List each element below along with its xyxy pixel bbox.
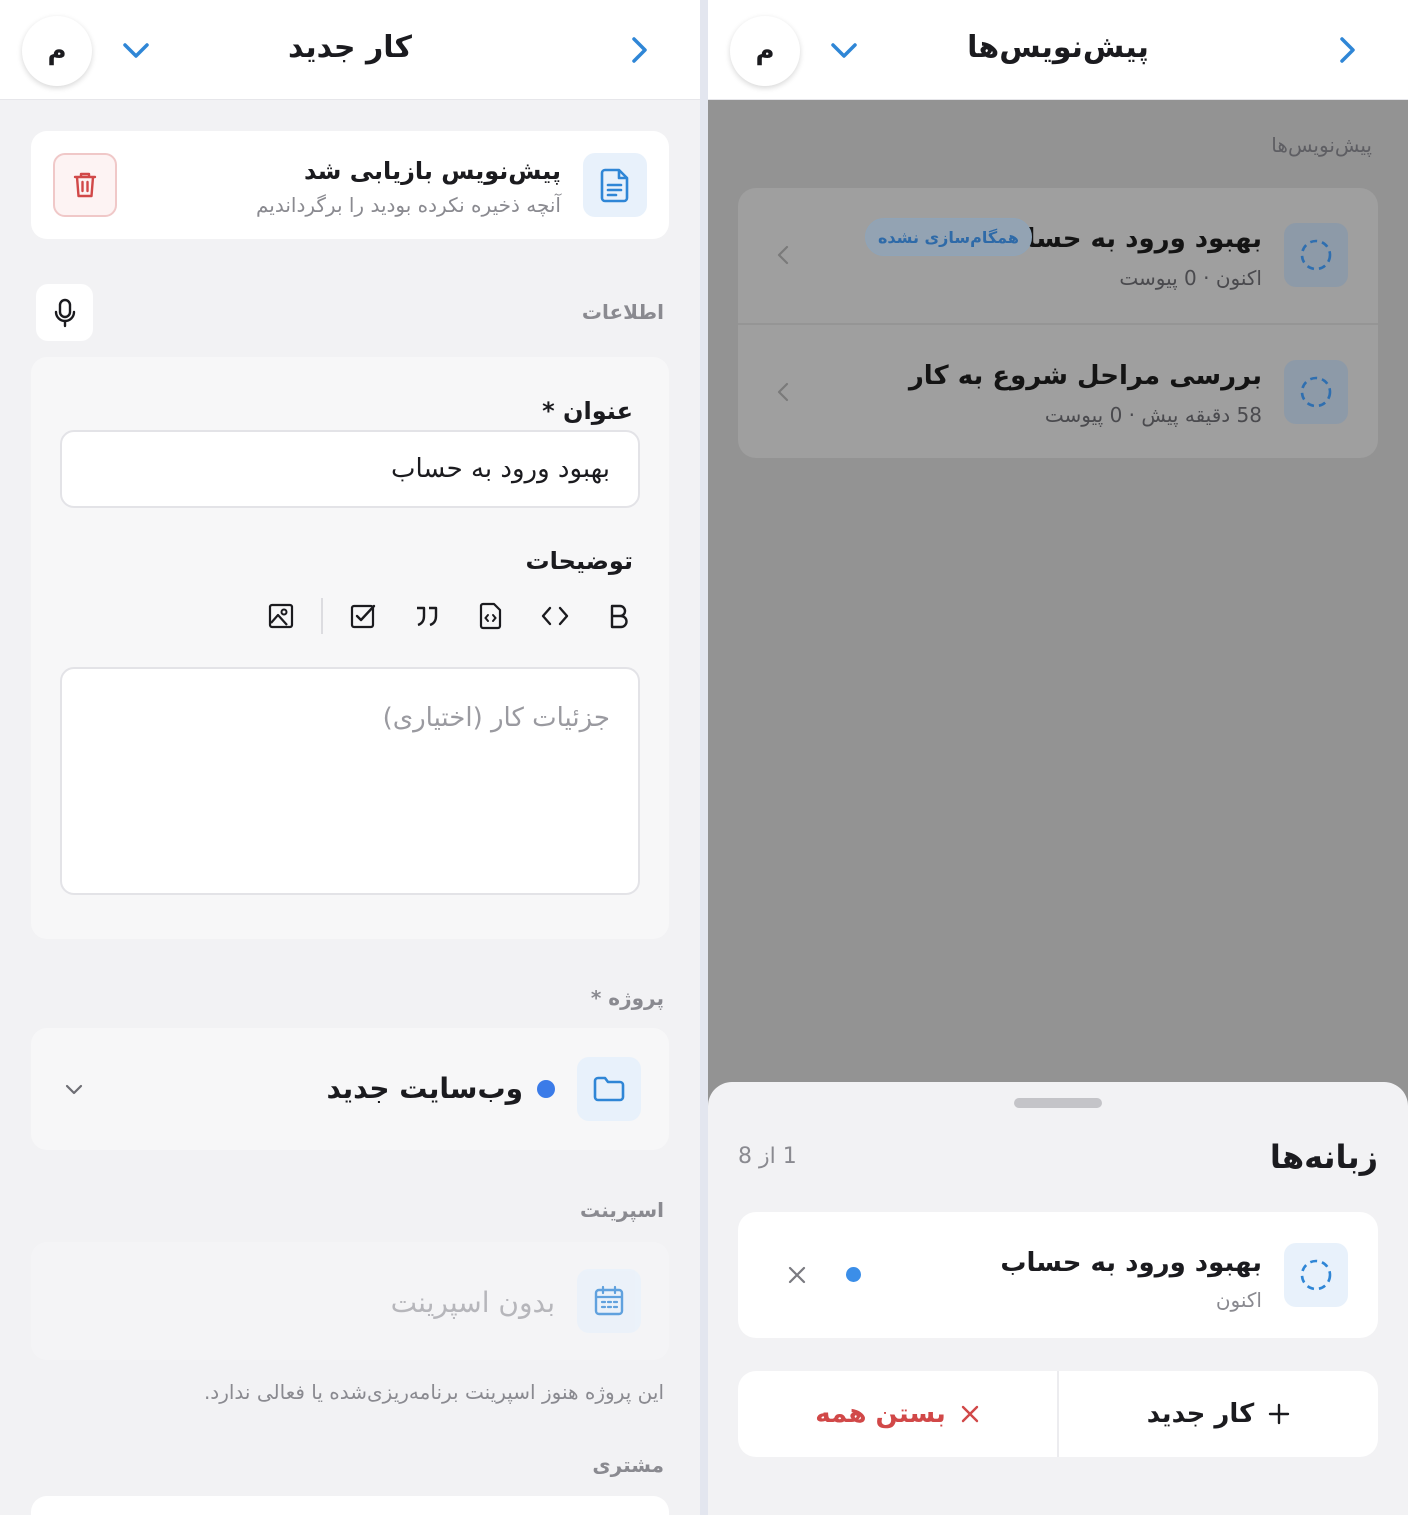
new-task-button[interactable]: کار جدید	[1059, 1371, 1378, 1457]
voice-input-button[interactable]	[36, 284, 93, 341]
sheet-title: زبانه‌ها	[1269, 1138, 1378, 1176]
action-divider	[1057, 1371, 1059, 1457]
project-color-dot	[537, 1080, 555, 1098]
code-block-button[interactable]	[459, 592, 523, 640]
customer-section-label: مشتری	[592, 1453, 664, 1477]
tab-subtitle: اکنون	[1215, 1288, 1262, 1312]
new-task-label: کار جدید	[1146, 1399, 1255, 1429]
description-field-label: توضیحات	[525, 547, 633, 575]
project-section-label: پروژه *	[590, 986, 664, 1010]
microphone-icon	[54, 298, 75, 327]
code-icon	[541, 606, 569, 626]
sheet-handle[interactable]	[1014, 1098, 1102, 1108]
unsynced-badge: همگام‌سازی نشده	[864, 218, 1032, 256]
quote-button[interactable]	[395, 592, 459, 640]
chevron-left-icon	[772, 242, 794, 268]
customer-selector[interactable]	[31, 1496, 669, 1515]
active-dot	[846, 1267, 861, 1282]
folder-icon	[577, 1057, 641, 1121]
list-item[interactable]: بررسی مراحل شروع به کار 58 دقیقه پیش · 0…	[738, 325, 1378, 458]
close-all-label: بستن همه	[815, 1399, 946, 1429]
sprint-selector: بدون اسپرینت	[31, 1242, 669, 1360]
calendar-icon	[577, 1269, 641, 1333]
tab-item[interactable]: بهبود ورود به حساب اکنون	[738, 1212, 1378, 1338]
image-button[interactable]	[249, 592, 313, 640]
draft-item-title: بررسی مراحل شروع به کار	[908, 361, 1262, 391]
sprint-section-label: اسپرینت	[580, 1198, 664, 1222]
dashed-circle-icon	[1284, 223, 1348, 287]
split-divider	[700, 0, 708, 1515]
drafts-screen: پیش‌نویس‌ها م پیش‌نویس‌ها بهبود ورود به …	[708, 0, 1408, 1515]
sprint-value: بدون اسپرینت	[390, 1286, 555, 1319]
trash-icon	[73, 172, 97, 198]
tabs-bottom-sheet: زبانه‌ها 1 از 8 بهبود ورود به حساب اکنون…	[708, 1082, 1408, 1515]
code-button[interactable]	[523, 592, 587, 640]
description-textarea[interactable]: جزئیات کار (اختیاری)	[60, 667, 640, 895]
page-title: کار جدید	[288, 30, 412, 65]
drafts-list-label: پیش‌نویس‌ها	[1271, 133, 1372, 157]
close-icon	[961, 1405, 978, 1423]
checklist-button[interactable]	[331, 592, 395, 640]
draft-subtitle: آنچه ذخیره نکرده بودید را برگرداندیم	[255, 193, 561, 217]
menu-dropdown-button[interactable]	[826, 36, 862, 66]
sheet-actions: کار جدید بستن همه	[738, 1371, 1378, 1457]
menu-dropdown-button[interactable]	[118, 36, 154, 66]
code-file-icon	[479, 602, 502, 630]
title-field-label: عنوان *	[542, 397, 633, 425]
dashed-circle-icon	[1284, 1243, 1348, 1307]
formatting-toolbar	[231, 592, 651, 640]
project-name: وب‌سایت جدید	[326, 1072, 523, 1105]
draft-title: پیش‌نویس بازیابی شد	[303, 157, 561, 185]
close-tab-button[interactable]	[784, 1262, 810, 1288]
plus-icon	[1269, 1403, 1290, 1425]
tab-count: 1 از 8	[738, 1144, 797, 1169]
header: پیش‌نویس‌ها م	[708, 0, 1408, 100]
chevron-left-icon	[772, 379, 794, 405]
chevron-down-icon	[831, 43, 857, 58]
checkbox-icon	[350, 604, 376, 629]
new-task-screen: کار جدید م پیش‌نویس بازیابی شد آنچه ذخیر…	[0, 0, 700, 1515]
bold-icon	[610, 604, 628, 629]
quote-icon	[417, 606, 438, 627]
info-section-label: اطلاعات	[581, 300, 664, 324]
avatar[interactable]: م	[22, 16, 92, 86]
avatar[interactable]: م	[730, 16, 800, 86]
chevron-down-icon	[61, 1076, 87, 1102]
draft-item-subtitle: 58 دقیقه پیش · 0 پیوست	[1044, 403, 1262, 427]
close-all-button[interactable]: بستن همه	[738, 1371, 1057, 1457]
tab-title: بهبود ورود به حساب	[1000, 1248, 1262, 1278]
image-icon	[268, 603, 294, 629]
page-title: پیش‌نویس‌ها	[967, 30, 1149, 65]
delete-draft-button[interactable]	[53, 153, 117, 217]
draft-item-title: بهبود ورود به حساب	[1000, 224, 1262, 254]
sprint-note: این پروژه هنوز اسپرینت برنامه‌ریزی‌شده ی…	[203, 1380, 664, 1404]
draft-item-subtitle: اکنون · 0 پیوست	[1119, 266, 1262, 290]
task-info-card: عنوان * بهبود ورود به حساب توضیحات جزئیا…	[31, 357, 669, 939]
bold-button[interactable]	[587, 592, 651, 640]
dashed-circle-icon	[1284, 360, 1348, 424]
project-selector[interactable]: وب‌سایت جدید	[31, 1028, 669, 1150]
chevron-down-icon	[123, 43, 149, 58]
title-input[interactable]: بهبود ورود به حساب	[60, 430, 640, 508]
document-icon	[583, 153, 647, 217]
draft-restored-banner: پیش‌نویس بازیابی شد آنچه ذخیره نکرده بود…	[31, 131, 669, 239]
drafts-list: بهبود ورود به حساب اکنون · 0 پیوست همگام…	[738, 188, 1378, 458]
list-item[interactable]: بهبود ورود به حساب اکنون · 0 پیوست همگام…	[738, 188, 1378, 323]
toolbar-divider	[321, 598, 323, 634]
header: کار جدید م	[0, 0, 700, 100]
close-icon	[788, 1266, 806, 1284]
